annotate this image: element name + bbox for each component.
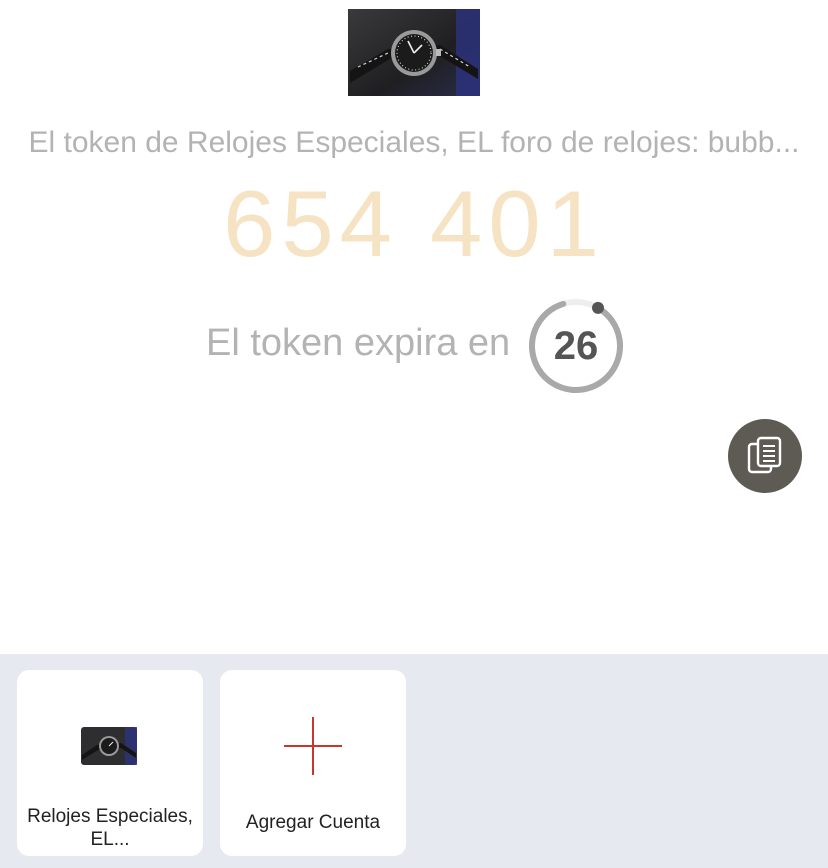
plus-icon (284, 717, 342, 775)
countdown-timer: 26 (524, 296, 628, 396)
add-account-tile[interactable]: Agregar Cuenta (220, 670, 406, 856)
account-tile-thumbnail (81, 727, 137, 765)
copy-icon (747, 436, 782, 474)
wristwatch-photo-icon (348, 9, 480, 96)
expiry-row: El token expira en 26 (0, 296, 828, 396)
account-tile[interactable]: Relojes Especiales, EL... (17, 670, 203, 856)
expiry-label: El token expira en (206, 322, 511, 364)
add-account-label: Agregar Cuenta (245, 812, 381, 833)
countdown-seconds: 26 (553, 324, 599, 368)
accounts-panel: Relojes Especiales, EL... Agregar Cuenta (0, 654, 828, 868)
account-tile-label: Relojes Especiales, EL... (27, 806, 193, 850)
account-logo (348, 9, 480, 96)
copy-button[interactable] (728, 419, 802, 493)
wristwatch-photo-icon (81, 727, 137, 765)
token-account-title: El token de Relojes Especiales, EL foro … (28, 126, 800, 159)
token-code[interactable]: 654 401 (0, 170, 828, 278)
token-view: El token de Relojes Especiales, EL foro … (0, 0, 828, 654)
